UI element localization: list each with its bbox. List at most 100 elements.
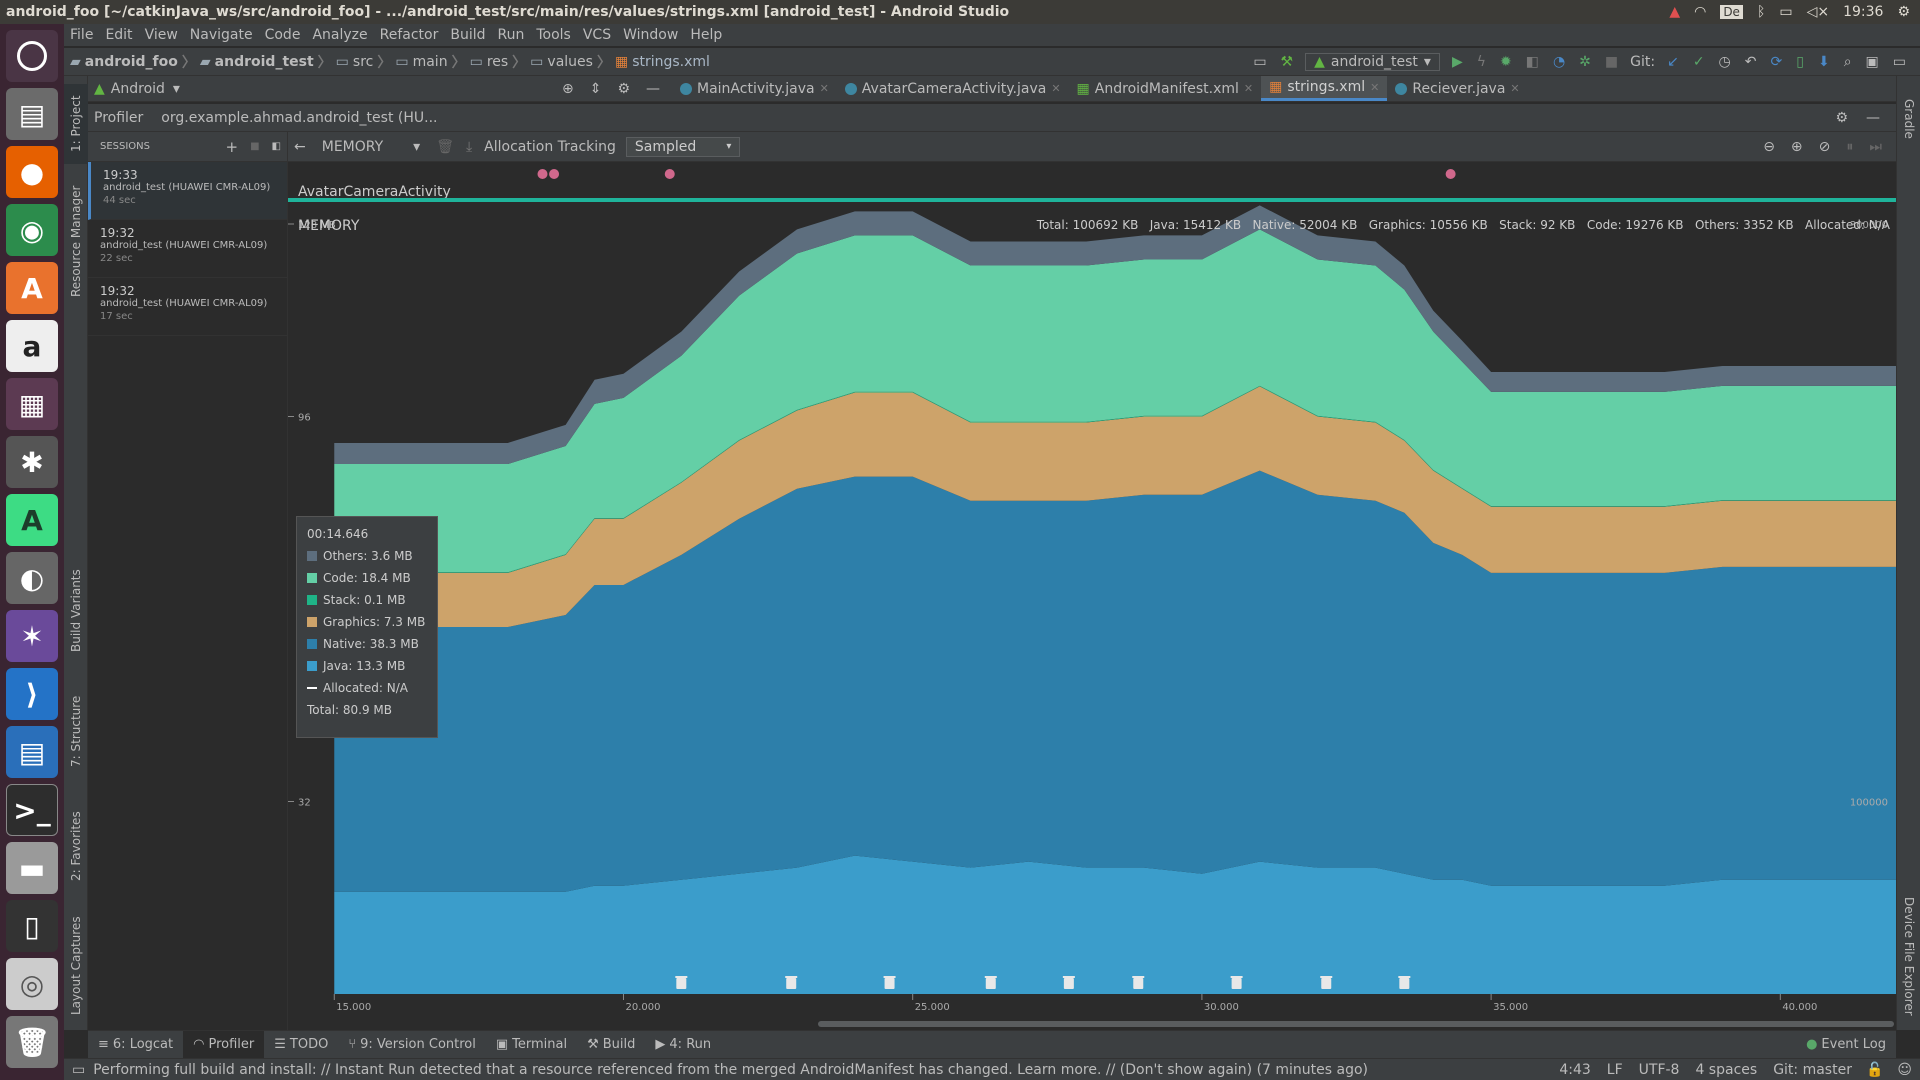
gear-icon[interactable]: ⚙ bbox=[1897, 4, 1910, 20]
window-icon[interactable]: ▭ bbox=[1887, 54, 1912, 70]
run-icon[interactable]: ▶ bbox=[1446, 54, 1469, 70]
settings-icon[interactable]: ✱ bbox=[6, 436, 58, 488]
tab-androidmanifest[interactable]: ▦ AndroidManifest.xml ✕ bbox=[1069, 76, 1262, 101]
git-branch[interactable]: Git: master bbox=[1765, 1062, 1860, 1078]
tool-favorites[interactable]: 2: Favorites bbox=[64, 796, 88, 896]
caret-position[interactable]: 4:43 bbox=[1551, 1062, 1598, 1078]
avd-manager-icon[interactable]: ▯ bbox=[1790, 54, 1810, 70]
status-message[interactable]: Performing full build and install: // In… bbox=[93, 1062, 1551, 1078]
chrome-icon[interactable]: ◉ bbox=[6, 204, 58, 256]
run-config-dropdown[interactable]: ▲ android_test ▾ bbox=[1305, 52, 1440, 71]
software-center-icon[interactable]: A bbox=[6, 262, 58, 314]
menu-navigate[interactable]: Navigate bbox=[184, 27, 259, 43]
add-session-icon[interactable]: + bbox=[220, 138, 245, 156]
session-item[interactable]: 19:32 android_test (HUAWEI CMR-AL09) 22 … bbox=[88, 220, 287, 278]
tool-project[interactable]: 1: Project bbox=[64, 84, 88, 164]
indent-setting[interactable]: 4 spaces bbox=[1687, 1062, 1765, 1078]
app-icon-sphere[interactable]: ◐ bbox=[6, 552, 58, 604]
heap-dump-icon[interactable]: ⤓ bbox=[460, 139, 478, 155]
tool-device-file-explorer[interactable]: Device File Explorer bbox=[1897, 886, 1920, 1026]
git-update-icon[interactable]: ↙ bbox=[1661, 54, 1685, 70]
gear-icon[interactable]: ⚙ bbox=[1829, 110, 1854, 126]
tool-structure[interactable]: 7: Structure bbox=[64, 686, 88, 776]
notifications-icon[interactable]: ☺ bbox=[1889, 1062, 1920, 1078]
session-item[interactable]: 19:32 android_test (HUAWEI CMR-AL09) 17 … bbox=[88, 278, 287, 336]
locate-icon[interactable]: ⊕ bbox=[556, 81, 580, 97]
profiler-title[interactable]: Profiler bbox=[88, 110, 151, 126]
stop-icon[interactable]: ■ bbox=[1599, 54, 1624, 70]
zoom-in-icon[interactable]: ⊕ bbox=[1785, 139, 1809, 155]
monitor-dropdown[interactable]: MEMORY ▾ bbox=[312, 139, 430, 155]
menu-edit[interactable]: Edit bbox=[99, 27, 138, 43]
allocation-mode-dropdown[interactable]: Sampled ▾ bbox=[625, 136, 741, 157]
attach-debugger-icon[interactable]: ✲ bbox=[1573, 54, 1597, 70]
menu-window[interactable]: Window bbox=[617, 27, 684, 43]
menu-view[interactable]: View bbox=[139, 27, 184, 43]
breadcrumb-main[interactable]: main bbox=[413, 54, 448, 70]
close-icon[interactable]: ✕ bbox=[1370, 81, 1379, 94]
zoom-out-icon[interactable]: ⊖ bbox=[1757, 139, 1781, 155]
warning-icon[interactable]: ▲ bbox=[1669, 4, 1680, 20]
vscode-icon[interactable]: ⟩ bbox=[6, 668, 58, 720]
close-icon[interactable]: ✕ bbox=[1051, 82, 1060, 95]
git-revert-icon[interactable]: ↶ bbox=[1739, 54, 1763, 70]
apply-changes-icon[interactable]: ϟ bbox=[1471, 54, 1492, 70]
menu-tools[interactable]: Tools bbox=[530, 27, 577, 43]
tab-mainactivity[interactable]: MainActivity.java ✕ bbox=[672, 76, 837, 101]
keyboard-layout[interactable]: De bbox=[1720, 5, 1743, 19]
tool-run[interactable]: ▶ 4: Run bbox=[645, 1031, 721, 1058]
bluetooth-icon[interactable]: ᛒ bbox=[1757, 4, 1765, 20]
project-structure-icon[interactable]: ▣ bbox=[1860, 54, 1885, 70]
menu-help[interactable]: Help bbox=[684, 27, 728, 43]
stop-icon[interactable]: ■ bbox=[244, 141, 265, 152]
project-view-dropdown[interactable]: Android bbox=[111, 81, 165, 97]
breadcrumb-res[interactable]: res bbox=[487, 54, 508, 70]
menu-vcs[interactable]: VCS bbox=[577, 27, 617, 43]
tool-resource-manager[interactable]: Resource Manager bbox=[64, 176, 88, 306]
drive-icon[interactable]: ▬ bbox=[6, 842, 58, 894]
tool-todo[interactable]: ☰ TODO bbox=[264, 1031, 338, 1058]
git-commit-icon[interactable]: ✓ bbox=[1687, 54, 1711, 70]
clock[interactable]: 19:36 bbox=[1843, 4, 1883, 20]
coverage-icon[interactable]: ◧ bbox=[1520, 54, 1545, 70]
git-history-icon[interactable]: ◷ bbox=[1713, 54, 1737, 70]
chevron-down-icon[interactable]: ▾ bbox=[165, 81, 180, 97]
tool-gradle[interactable]: Gradle bbox=[1897, 84, 1920, 154]
memory-chart[interactable]: 128 MB 96 32 300000 100000 15.000 20.000 25.000… bbox=[288, 204, 1896, 1018]
line-separator[interactable]: LF bbox=[1599, 1062, 1631, 1078]
menu-run[interactable]: Run bbox=[492, 27, 531, 43]
tool-logcat[interactable]: ≡ 6: Logcat bbox=[88, 1031, 183, 1058]
session-item[interactable]: 19:33 android_test (HUAWEI CMR-AL09) 44 … bbox=[88, 162, 287, 220]
tool-build[interactable]: ⚒ Build bbox=[577, 1031, 645, 1058]
tool-build-variants[interactable]: Build Variants bbox=[64, 556, 88, 666]
collapse-icon[interactable]: ⇕ bbox=[584, 81, 608, 97]
pause-icon[interactable]: ⏸ bbox=[1840, 139, 1859, 155]
files-icon[interactable]: ▤ bbox=[6, 88, 58, 140]
tool-layout-captures[interactable]: Layout Captures bbox=[64, 906, 88, 1026]
reset-zoom-icon[interactable]: ⊘ bbox=[1813, 139, 1837, 155]
close-icon[interactable]: ✕ bbox=[1510, 82, 1519, 95]
menu-code[interactable]: Code bbox=[259, 27, 307, 43]
breadcrumb-project[interactable]: android_foo bbox=[85, 54, 178, 70]
breadcrumb-src[interactable]: src bbox=[353, 54, 373, 70]
back-arrow-icon[interactable]: ← bbox=[288, 139, 312, 155]
search-icon[interactable]: ⌕ bbox=[1838, 54, 1858, 70]
app-icon-atom[interactable]: ✶ bbox=[6, 610, 58, 662]
battery-icon[interactable]: ▭ bbox=[1779, 4, 1792, 20]
android-studio-icon[interactable]: A bbox=[6, 494, 58, 546]
hammer-icon[interactable]: ⚒ bbox=[1275, 54, 1300, 70]
volume-icon[interactable]: ◁× bbox=[1807, 4, 1830, 20]
menu-refactor[interactable]: Refactor bbox=[374, 27, 445, 43]
tool-version-control[interactable]: ⑂ 9: Version Control bbox=[338, 1031, 486, 1058]
menu-analyze[interactable]: Analyze bbox=[306, 27, 373, 43]
profiler-process-tab[interactable]: org.example.ahmad.android_test (HU... bbox=[151, 110, 447, 126]
menu-file[interactable]: File bbox=[64, 27, 99, 43]
terminal-icon[interactable]: >_ bbox=[6, 784, 58, 836]
breadcrumb-module[interactable]: android_test bbox=[215, 54, 314, 70]
menu-build[interactable]: Build bbox=[444, 27, 491, 43]
layout-icon[interactable]: ▭ bbox=[1247, 54, 1272, 70]
disc-icon[interactable]: ◎ bbox=[6, 958, 58, 1010]
firefox-icon[interactable]: ● bbox=[6, 146, 58, 198]
activity-event-dot[interactable] bbox=[664, 169, 675, 179]
tab-reciever[interactable]: Reciever.java ✕ bbox=[1387, 76, 1527, 101]
